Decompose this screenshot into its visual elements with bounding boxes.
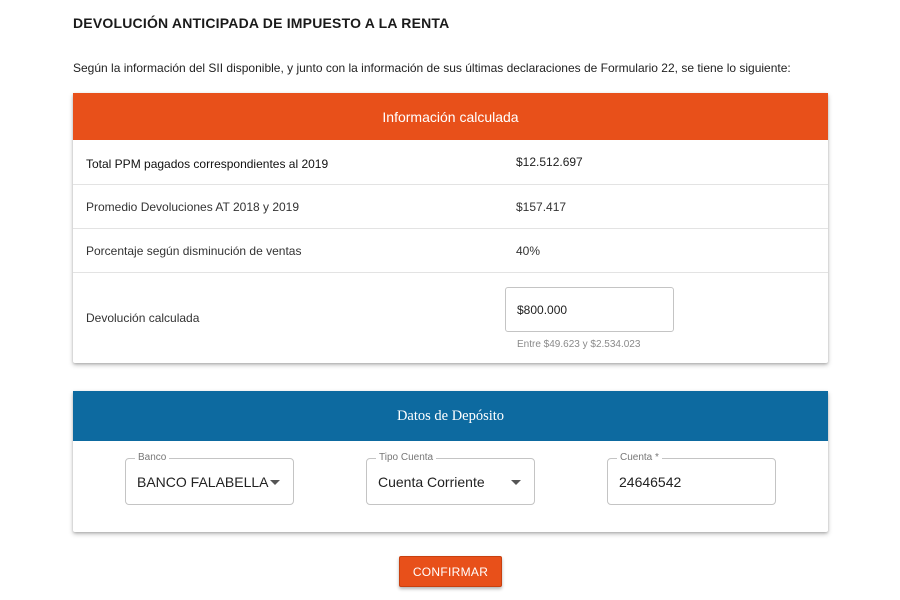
bank-value: BANCO FALABELLA [137,474,269,490]
account-type-select[interactable]: Tipo Cuenta Cuenta Corriente [366,452,535,505]
caret-down-icon[interactable] [511,480,521,485]
info-card: Información calculada Total PPM pagados … [73,93,828,363]
amount-range-helper: Entre $49.623 y $2.534.023 [517,339,641,350]
bank-select[interactable]: Banco BANCO FALABELLA [125,452,294,505]
info-row: Porcentaje según disminución de ventas 4… [73,229,828,273]
info-row-label: Porcentaje según disminución de ventas [86,244,302,258]
calculated-amount-field[interactable] [505,287,674,332]
info-row-value: 40% [516,244,541,258]
info-row-label: Promedio Devoluciones AT 2018 y 2019 [86,200,300,214]
account-number-label: Cuenta * [617,452,662,464]
page-title: DEVOLUCIÓN ANTICIPADA DE IMPUESTO A LA R… [73,15,450,31]
deposit-card-header: Datos de Depósito [73,391,828,441]
info-row-value: $157.417 [516,200,567,214]
calculated-label: Devolución calculada [86,311,200,325]
caret-down-icon[interactable] [270,480,280,485]
account-type-value: Cuenta Corriente [378,474,485,490]
confirm-button[interactable]: CONFIRMAR [399,556,502,587]
calculated-amount-input[interactable] [506,288,673,331]
calculated-row: Devolución calculada Entre $49.623 y $2.… [73,273,828,363]
info-row-label: Total PPM pagados correspondientes al 20… [86,157,329,171]
info-row: Promedio Devoluciones AT 2018 y 2019 $15… [73,185,828,229]
info-row: Total PPM pagados correspondientes al 20… [73,140,828,185]
bank-label: Banco [135,452,170,464]
deposit-card: Datos de Depósito Banco BANCO FALABELLA … [73,391,828,532]
account-number-value[interactable]: 24646542 [619,474,681,490]
intro-text: Según la información del SII disponible,… [73,61,791,75]
info-card-header: Información calculada [73,93,828,140]
account-type-label: Tipo Cuenta [376,452,437,464]
account-number-field[interactable]: Cuenta * 24646542 [607,452,776,505]
info-row-value: $12.512.697 [516,155,583,169]
